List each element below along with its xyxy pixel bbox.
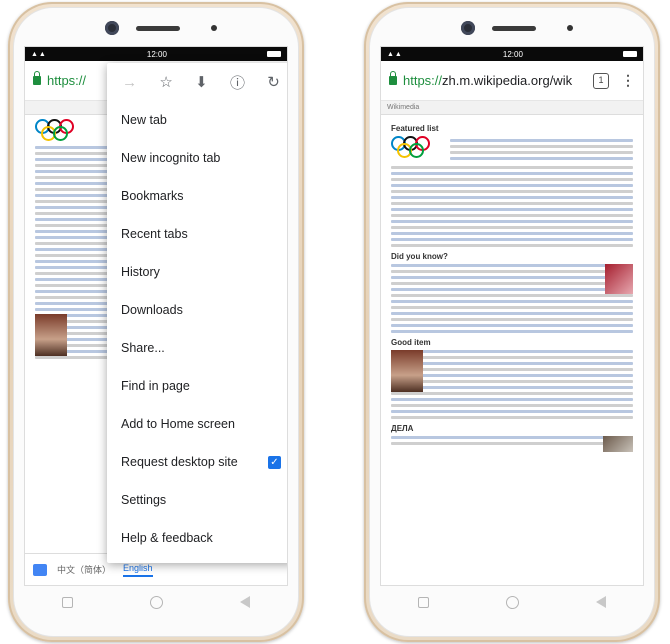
menu-icon-row: → ☆ ⬇ ⓘ ↻ bbox=[107, 63, 287, 101]
wiki-tab-label[interactable]: Wikimedia bbox=[387, 104, 419, 111]
olympic-rings-image bbox=[391, 136, 445, 160]
signal-icon: ▲▲ bbox=[387, 50, 403, 58]
back-icon[interactable] bbox=[595, 596, 606, 608]
address-bar[interactable]: https://zh.m.wikipedia.org/wik 1 ⋮ bbox=[381, 61, 643, 101]
signal-icon: ▲▲ bbox=[31, 50, 47, 58]
home-icon[interactable] bbox=[149, 595, 163, 609]
wiki-tab-strip: Wikimedia bbox=[381, 101, 643, 115]
status-bar: ▲▲ 12:00 bbox=[25, 47, 287, 61]
google-translate-icon bbox=[33, 563, 47, 576]
tab-switcher-button[interactable]: 1 bbox=[593, 72, 609, 89]
section-heading: Featured list bbox=[391, 124, 439, 133]
front-camera bbox=[461, 21, 475, 35]
lock-icon bbox=[33, 71, 41, 85]
url-text[interactable]: https://zh.m.wikipedia.org/wik bbox=[403, 73, 583, 88]
overflow-menu-icon[interactable]: ⋮ bbox=[621, 72, 635, 89]
menu-item-find-in-page[interactable]: Find in page bbox=[107, 367, 287, 405]
menu-item-share[interactable]: Share... bbox=[107, 329, 287, 367]
status-time: 12:00 bbox=[502, 49, 523, 59]
status-bar: ▲▲ 12:00 bbox=[381, 47, 643, 61]
left-phone: ▲▲ 12:00 https:// 中文（简体） English → ☆ ⬇ ⓘ… bbox=[8, 2, 304, 642]
download-icon[interactable]: ⬇ bbox=[195, 73, 208, 91]
page-content: Featured list Did you know? Good item ДЕ… bbox=[381, 115, 643, 452]
proximity-sensor bbox=[211, 25, 217, 31]
portrait-image bbox=[605, 264, 633, 294]
page-info-icon[interactable]: ⓘ bbox=[230, 72, 245, 93]
recents-icon[interactable] bbox=[62, 596, 74, 608]
front-camera bbox=[105, 21, 119, 35]
temple-image bbox=[391, 350, 423, 392]
menu-item-add-to-home-screen[interactable]: Add to Home screen bbox=[107, 405, 287, 443]
olympic-rings-image bbox=[35, 119, 89, 143]
menu-item-help-feedback[interactable]: Help & feedback bbox=[107, 519, 287, 557]
home-icon[interactable] bbox=[505, 595, 519, 609]
back-icon[interactable] bbox=[239, 596, 250, 608]
lock-icon bbox=[389, 71, 397, 85]
translate-source-lang[interactable]: 中文（简体） bbox=[57, 563, 111, 576]
section-heading: Good item bbox=[391, 338, 431, 347]
temple-image bbox=[35, 314, 67, 356]
chrome-overflow-menu: → ☆ ⬇ ⓘ ↻ New tab New incognito tab Book… bbox=[107, 63, 287, 563]
section-heading: Did you know? bbox=[391, 252, 448, 261]
battery-icon bbox=[622, 51, 637, 57]
menu-item-downloads[interactable]: Downloads bbox=[107, 291, 287, 329]
android-nav-bar bbox=[380, 586, 644, 618]
section-heading: ДЕЛА bbox=[391, 424, 414, 433]
menu-item-history[interactable]: History bbox=[107, 253, 287, 291]
proximity-sensor bbox=[567, 25, 573, 31]
menu-item-bookmarks[interactable]: Bookmarks bbox=[107, 177, 287, 215]
android-nav-bar bbox=[24, 586, 288, 618]
earpiece-speaker bbox=[492, 26, 536, 31]
forward-icon[interactable]: → bbox=[122, 74, 137, 91]
menu-item-request-desktop-site[interactable]: Request desktop site ✓ bbox=[107, 443, 287, 481]
refresh-icon[interactable]: ↻ bbox=[267, 73, 280, 91]
right-phone: ▲▲ 12:00 https://zh.m.wikipedia.org/wik … bbox=[364, 2, 660, 642]
translate-target-lang[interactable]: English bbox=[123, 563, 153, 577]
request-desktop-checkbox[interactable]: ✓ bbox=[268, 455, 281, 469]
menu-item-new-incognito-tab[interactable]: New incognito tab bbox=[107, 139, 287, 177]
earpiece-speaker bbox=[136, 26, 180, 31]
news-image bbox=[603, 436, 633, 452]
menu-item-settings[interactable]: Settings bbox=[107, 481, 287, 519]
left-screen: ▲▲ 12:00 https:// 中文（简体） English → ☆ ⬇ ⓘ… bbox=[24, 46, 288, 586]
menu-item-new-tab[interactable]: New tab bbox=[107, 101, 287, 139]
battery-icon bbox=[266, 51, 281, 57]
bookmark-star-icon[interactable]: ☆ bbox=[159, 73, 172, 91]
recents-icon[interactable] bbox=[418, 596, 430, 608]
menu-item-recent-tabs[interactable]: Recent tabs bbox=[107, 215, 287, 253]
right-screen: ▲▲ 12:00 https://zh.m.wikipedia.org/wik … bbox=[380, 46, 644, 586]
status-time: 12:00 bbox=[146, 49, 167, 59]
